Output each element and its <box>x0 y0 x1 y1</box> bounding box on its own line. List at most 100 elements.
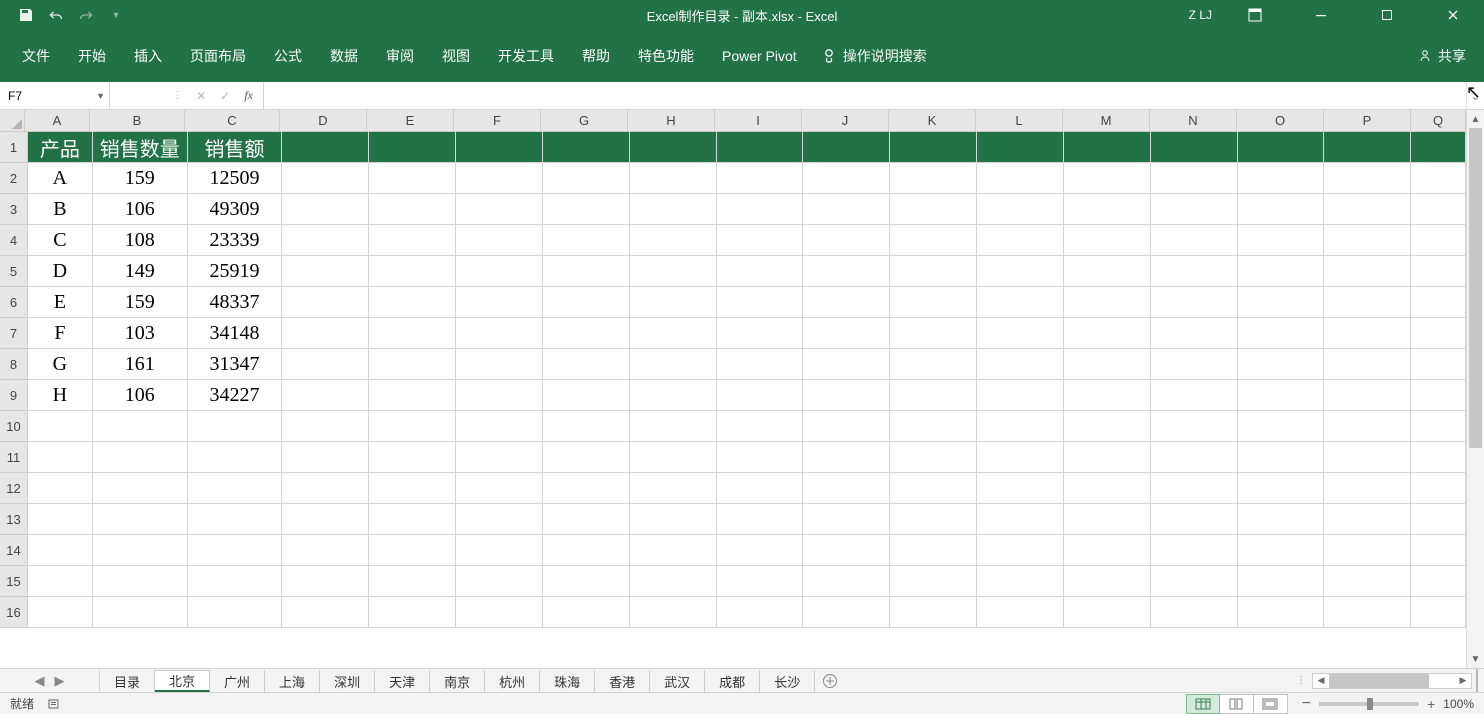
formula-input[interactable] <box>264 82 1466 109</box>
cell[interactable]: 31347 <box>188 349 283 380</box>
maximize-icon[interactable] <box>1364 0 1410 30</box>
cell[interactable] <box>1411 535 1466 566</box>
cell[interactable] <box>1238 504 1325 535</box>
cell[interactable] <box>630 225 717 256</box>
cell[interactable] <box>1411 442 1466 473</box>
cell[interactable] <box>803 473 890 504</box>
cell[interactable] <box>369 504 456 535</box>
cell[interactable] <box>456 194 543 225</box>
ribbon-tab[interactable]: 开发工具 <box>484 30 568 82</box>
cell[interactable] <box>717 287 804 318</box>
cell[interactable] <box>1411 504 1466 535</box>
sheet-prev-icon[interactable]: ◀ <box>35 673 45 689</box>
cell[interactable] <box>369 380 456 411</box>
cell[interactable] <box>369 318 456 349</box>
cell[interactable] <box>1324 535 1411 566</box>
scroll-left-icon[interactable]: ◀ <box>1313 674 1329 688</box>
cell[interactable]: 销售额 <box>188 132 283 163</box>
cell[interactable] <box>1238 287 1325 318</box>
cell[interactable]: 23339 <box>188 225 283 256</box>
cell[interactable] <box>93 566 188 597</box>
cell[interactable] <box>28 473 93 504</box>
cell[interactable]: E <box>28 287 93 318</box>
cell[interactable] <box>1411 318 1466 349</box>
cell[interactable] <box>890 225 977 256</box>
cell[interactable] <box>890 194 977 225</box>
close-icon[interactable] <box>1430 0 1476 30</box>
ribbon-tab[interactable]: 文件 <box>8 30 64 82</box>
column-header[interactable]: O <box>1237 110 1324 132</box>
column-header[interactable]: I <box>715 110 802 132</box>
cell[interactable]: A <box>28 163 93 194</box>
cell[interactable] <box>456 411 543 442</box>
row-header[interactable]: 3 <box>0 194 28 225</box>
cell[interactable] <box>1238 256 1325 287</box>
formula-expand-icon[interactable]: ⌄ <box>1466 82 1484 109</box>
cell[interactable] <box>803 411 890 442</box>
cell[interactable] <box>543 163 630 194</box>
cell[interactable] <box>1324 473 1411 504</box>
cell[interactable] <box>369 194 456 225</box>
zoom-level[interactable]: 100% <box>1443 697 1474 711</box>
cell[interactable] <box>803 318 890 349</box>
row-header[interactable]: 8 <box>0 349 28 380</box>
column-header[interactable]: H <box>628 110 715 132</box>
cell[interactable] <box>1238 380 1325 411</box>
cell[interactable] <box>717 504 804 535</box>
share-button[interactable]: 共享 <box>1418 46 1476 66</box>
cell[interactable] <box>456 380 543 411</box>
cell[interactable] <box>1238 566 1325 597</box>
cell[interactable] <box>456 442 543 473</box>
cell[interactable] <box>282 287 369 318</box>
cell[interactable] <box>1064 225 1151 256</box>
cell[interactable] <box>1151 535 1238 566</box>
sheet-tab[interactable]: 目录 <box>100 670 155 692</box>
cell[interactable] <box>803 287 890 318</box>
cell[interactable] <box>977 163 1064 194</box>
cell[interactable] <box>28 442 93 473</box>
cell[interactable] <box>1064 473 1151 504</box>
cell[interactable] <box>369 442 456 473</box>
cell[interactable] <box>1411 287 1466 318</box>
cell[interactable]: 161 <box>93 349 188 380</box>
ribbon-tab[interactable]: 审阅 <box>372 30 428 82</box>
cell[interactable] <box>630 318 717 349</box>
cell[interactable] <box>1324 194 1411 225</box>
row-header[interactable]: 4 <box>0 225 28 256</box>
cell[interactable] <box>890 504 977 535</box>
cell[interactable] <box>93 411 188 442</box>
cell[interactable] <box>1238 163 1325 194</box>
cell[interactable] <box>977 194 1064 225</box>
cell[interactable] <box>1411 225 1466 256</box>
ribbon-display-options-icon[interactable] <box>1232 0 1278 30</box>
page-break-view-button[interactable] <box>1254 694 1288 714</box>
cell[interactable] <box>188 597 283 628</box>
cell[interactable] <box>1151 163 1238 194</box>
cell[interactable] <box>717 473 804 504</box>
cell[interactable] <box>543 132 630 163</box>
cell[interactable] <box>890 349 977 380</box>
cell[interactable] <box>28 411 93 442</box>
cell[interactable] <box>717 380 804 411</box>
cell[interactable] <box>282 256 369 287</box>
sheet-tab[interactable]: 成都 <box>705 670 760 692</box>
cell[interactable] <box>1238 597 1325 628</box>
ribbon-tab[interactable]: 开始 <box>64 30 120 82</box>
cell[interactable] <box>630 597 717 628</box>
cell[interactable] <box>1064 318 1151 349</box>
cell[interactable] <box>1151 225 1238 256</box>
cell[interactable] <box>630 411 717 442</box>
cell[interactable]: G <box>28 349 93 380</box>
cell[interactable] <box>890 566 977 597</box>
cell[interactable] <box>1064 597 1151 628</box>
cell[interactable] <box>369 256 456 287</box>
cell[interactable] <box>890 256 977 287</box>
cell[interactable] <box>456 504 543 535</box>
scroll-up-icon[interactable]: ▲ <box>1467 110 1484 128</box>
cell[interactable] <box>93 442 188 473</box>
row-header[interactable]: 16 <box>0 597 28 628</box>
cell[interactable] <box>977 411 1064 442</box>
enter-icon[interactable]: ✓ <box>220 89 230 103</box>
cell[interactable] <box>1151 318 1238 349</box>
user-name[interactable]: Z LJ <box>1189 8 1212 22</box>
